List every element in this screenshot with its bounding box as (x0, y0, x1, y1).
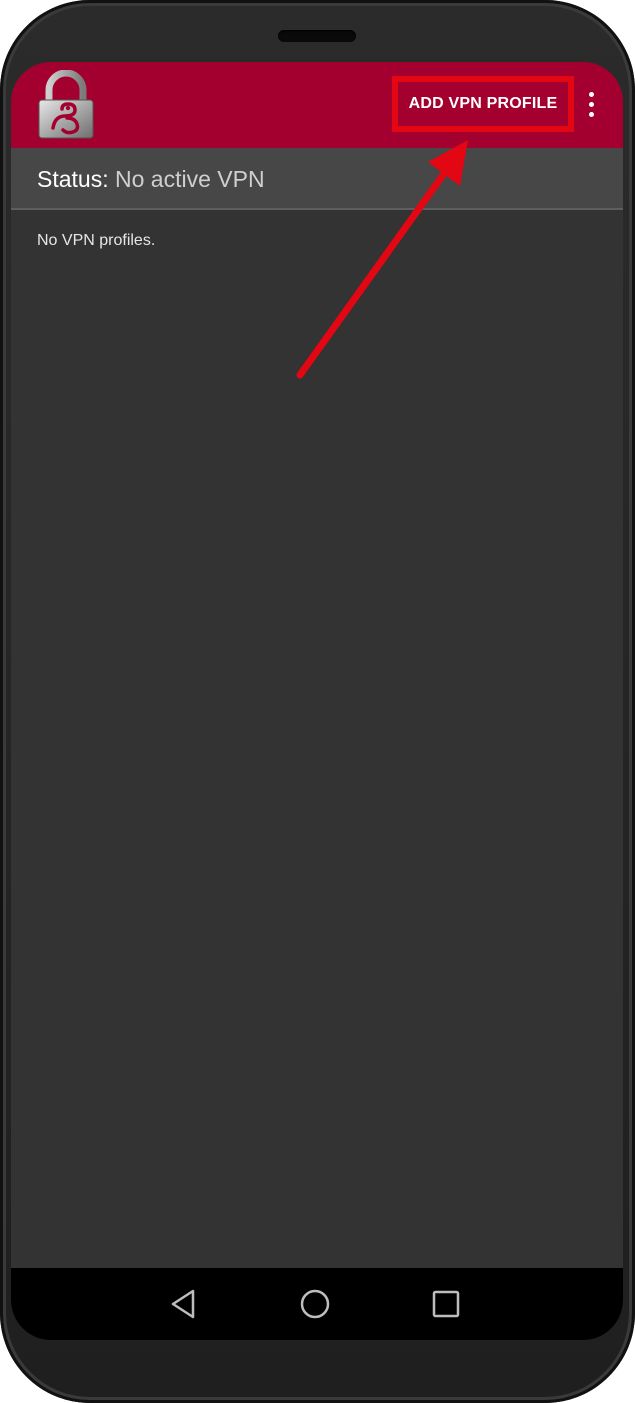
empty-profiles-message: No VPN profiles. (37, 232, 156, 249)
status-bar: Status: No active VPN (11, 148, 623, 210)
earpiece-speaker (278, 30, 356, 42)
more-vert-icon[interactable] (579, 84, 603, 124)
recents-square-icon[interactable] (428, 1286, 464, 1322)
overflow-dot (588, 91, 594, 97)
home-circle-icon[interactable] (297, 1286, 333, 1322)
status-text: Status: No active VPN (37, 166, 265, 193)
status-value: No active VPN (115, 166, 265, 192)
overflow-dot (588, 111, 594, 117)
status-label: Status: (37, 166, 109, 192)
add-vpn-profile-button[interactable]: ADD VPN PROFILE (392, 76, 574, 132)
navigation-bar (11, 1268, 623, 1340)
padlock-app-icon (38, 70, 94, 139)
phone-frame: ADD VPN PROFILE Status: No active VPN No… (0, 0, 635, 1403)
app-bar: ADD VPN PROFILE (11, 62, 623, 148)
back-triangle-icon[interactable] (166, 1286, 202, 1322)
screen: ADD VPN PROFILE Status: No active VPN No… (11, 62, 623, 1340)
overflow-dot (588, 101, 594, 107)
